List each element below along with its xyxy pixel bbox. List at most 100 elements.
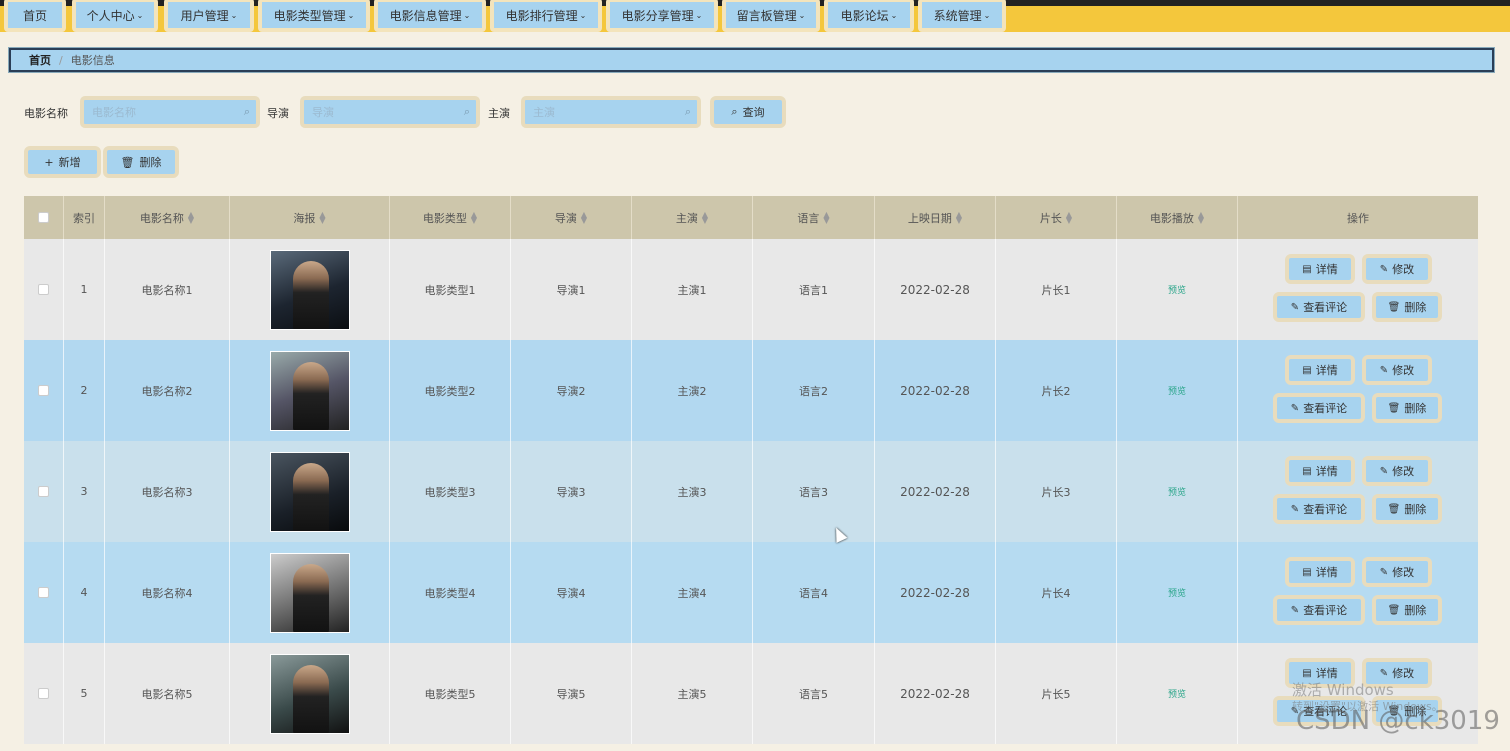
- preview-link[interactable]: 预览: [1117, 441, 1238, 542]
- view-comments-button[interactable]: ✎ 查看评论: [1273, 292, 1365, 322]
- poster-image[interactable]: [269, 653, 350, 734]
- preview-link[interactable]: 预览: [1117, 643, 1238, 744]
- row-checkbox[interactable]: [38, 688, 49, 699]
- edit-button[interactable]: ✎ 修改: [1362, 355, 1432, 385]
- trash-icon: 🗑: [1387, 301, 1401, 313]
- nav-item-movie-info-management[interactable]: 电影信息管理 ⌄: [374, 0, 486, 32]
- view-comments-button[interactable]: ✎ 查看评论: [1273, 494, 1365, 524]
- preview-link[interactable]: 预览: [1117, 542, 1238, 643]
- pencil-icon: ✎: [1290, 604, 1300, 616]
- language-cell: 语言5: [753, 643, 875, 744]
- detail-button[interactable]: ▤ 详情: [1285, 456, 1355, 486]
- view-comments-label: 查看评论: [1303, 503, 1348, 516]
- nav-item-movie-share-management[interactable]: 电影分享管理 ⌄: [606, 0, 718, 32]
- poster-image[interactable]: [269, 451, 350, 532]
- nav-item-message-board-management[interactable]: 留言板管理 ⌄: [722, 0, 820, 32]
- header-language[interactable]: 语言 ▲ ▼: [753, 196, 875, 239]
- sort-icon[interactable]: ▲ ▼: [1066, 210, 1072, 224]
- director-input[interactable]: 导演 ⌕: [300, 96, 480, 128]
- chevron-down-icon: ⌄: [695, 10, 703, 20]
- row-select-cell: [24, 340, 64, 441]
- actor-input[interactable]: 主演 ⌕: [521, 96, 701, 128]
- nav-item-movie-type-management[interactable]: 电影类型管理 ⌄: [258, 0, 370, 32]
- table-row: 3 电影名称3 电影类型3 导演3 主演3 语言3 2022-02-28 片长3…: [24, 441, 1478, 542]
- edit-button[interactable]: ✎ 修改: [1362, 557, 1432, 587]
- detail-button[interactable]: ▤ 详情: [1285, 355, 1355, 385]
- detail-button[interactable]: ▤ 详情: [1285, 254, 1355, 284]
- director-label: 导演: [267, 107, 289, 120]
- add-button[interactable]: + 新增: [24, 146, 101, 178]
- header-actions-label: 操作: [1347, 211, 1369, 225]
- header-poster[interactable]: 海报 ▲ ▼: [230, 196, 390, 239]
- row-delete-button[interactable]: 🗑 删除: [1372, 494, 1442, 524]
- row-delete-button[interactable]: 🗑 删除: [1372, 393, 1442, 423]
- header-select-all: [24, 196, 64, 239]
- row-delete-label: 删除: [1404, 301, 1427, 314]
- header-language-label: 语言: [797, 211, 820, 225]
- chevron-down-icon: ⌄: [983, 10, 991, 20]
- edit-button[interactable]: ✎ 修改: [1362, 456, 1432, 486]
- nav-item-system-management[interactable]: 系统管理 ⌄: [918, 0, 1006, 32]
- chevron-down-icon: ⌄: [579, 10, 587, 20]
- view-comments-button[interactable]: ✎ 查看评论: [1273, 393, 1365, 423]
- header-release-date[interactable]: 上映日期 ▲ ▼: [875, 196, 996, 239]
- row-checkbox[interactable]: [38, 486, 49, 497]
- chevron-down-icon: ⌄: [136, 10, 144, 20]
- director-placeholder: 导演: [312, 106, 334, 119]
- director-cell: 导演5: [511, 643, 632, 744]
- nav-item-user-management[interactable]: 用户管理 ⌄: [164, 0, 254, 32]
- view-comments-label: 查看评论: [1303, 402, 1348, 415]
- header-duration[interactable]: 片长 ▲ ▼: [996, 196, 1117, 239]
- sort-icon[interactable]: ▲ ▼: [581, 210, 587, 224]
- header-name[interactable]: 电影名称 ▲ ▼: [105, 196, 230, 239]
- actor-cell: 主演1: [632, 239, 753, 340]
- nav-label: 电影分享管理: [621, 8, 694, 23]
- header-play[interactable]: 电影播放 ▲ ▼: [1117, 196, 1238, 239]
- search-icon: ⌕: [731, 105, 738, 118]
- edit-button[interactable]: ✎ 修改: [1362, 254, 1432, 284]
- row-checkbox[interactable]: [38, 284, 49, 295]
- poster-image[interactable]: [269, 249, 350, 330]
- row-checkbox[interactable]: [38, 385, 49, 396]
- header-actor[interactable]: 主演 ▲ ▼: [632, 196, 753, 239]
- movie-name-placeholder: 电影名称: [92, 106, 136, 119]
- preview-link[interactable]: 预览: [1117, 340, 1238, 441]
- sort-icon[interactable]: ▲ ▼: [319, 210, 325, 224]
- header-actor-label: 主演: [675, 211, 698, 225]
- nav-item-movie-ranking-management[interactable]: 电影排行管理 ⌄: [490, 0, 602, 32]
- query-button[interactable]: ⌕ 查询: [710, 96, 786, 128]
- movie-name-input[interactable]: 电影名称 ⌕: [80, 96, 260, 128]
- actor-cell: 主演3: [632, 441, 753, 542]
- sort-icon[interactable]: ▲ ▼: [823, 210, 829, 224]
- sort-icon[interactable]: ▲ ▼: [471, 210, 477, 224]
- nav-item-movie-forum[interactable]: 电影论坛 ⌄: [824, 0, 914, 32]
- row-delete-button[interactable]: 🗑 删除: [1372, 595, 1442, 625]
- header-director[interactable]: 导演 ▲ ▼: [511, 196, 632, 239]
- document-icon: ▤: [1302, 667, 1312, 679]
- delete-button-label: 删除: [139, 156, 162, 169]
- detail-label: 详情: [1315, 566, 1338, 579]
- row-delete-button[interactable]: 🗑 删除: [1372, 292, 1442, 322]
- row-select-cell: [24, 643, 64, 744]
- row-checkbox[interactable]: [38, 587, 49, 598]
- nav-item-home[interactable]: 首页: [4, 0, 66, 32]
- nav-label: 首页: [22, 8, 47, 23]
- sort-icon[interactable]: ▲ ▼: [702, 210, 708, 224]
- poster-image[interactable]: [269, 552, 350, 633]
- sort-icon[interactable]: ▲ ▼: [188, 210, 194, 224]
- preview-link[interactable]: 预览: [1117, 239, 1238, 340]
- actions-cell: ▤ 详情 ✎ 修改 ✎ 查看评论 🗑 删除: [1238, 239, 1478, 340]
- name-cell: 电影名称2: [105, 340, 230, 441]
- delete-button[interactable]: 🗑 删除: [103, 146, 179, 178]
- select-all-checkbox[interactable]: [38, 212, 49, 223]
- actor-cell: 主演5: [632, 643, 753, 744]
- nav-item-personal-center[interactable]: 个人中心 ⌄: [72, 0, 158, 32]
- sort-icon[interactable]: ▲ ▼: [956, 210, 962, 224]
- detail-button[interactable]: ▤ 详情: [1285, 557, 1355, 587]
- sort-icon[interactable]: ▲ ▼: [1198, 210, 1204, 224]
- breadcrumb-home[interactable]: 首页: [29, 52, 51, 68]
- view-comments-button[interactable]: ✎ 查看评论: [1273, 595, 1365, 625]
- poster-image[interactable]: [269, 350, 350, 431]
- header-type[interactable]: 电影类型 ▲ ▼: [390, 196, 511, 239]
- movie-table: 索引 电影名称 ▲ ▼ 海报 ▲ ▼ 电影类型 ▲ ▼ 导演 ▲ ▼ 主演 ▲ ▼ 语言 ▲ ▼ 上映日…: [24, 196, 1478, 751]
